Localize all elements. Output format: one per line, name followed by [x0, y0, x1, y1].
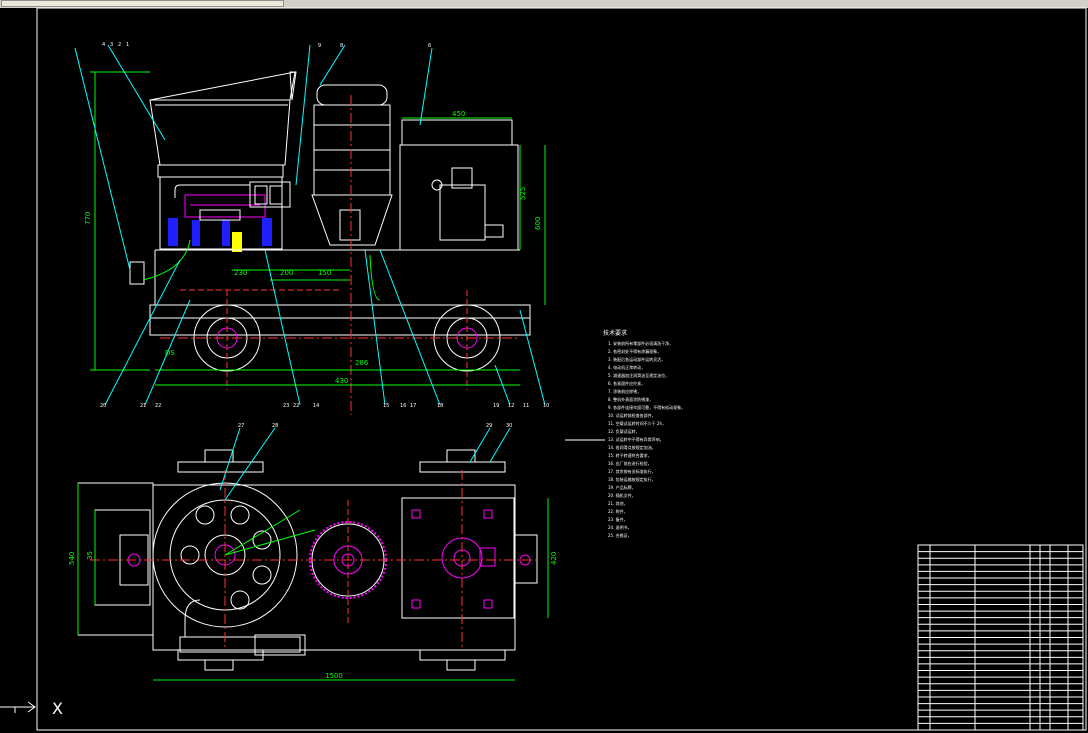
front-dimension-labels: 770 450 525 600 230 200 150 286 430 DS [84, 110, 542, 385]
dim-200: 200 [280, 269, 293, 277]
balloon: 14 [313, 403, 319, 409]
note-line: 18. 包装运输按规定执行， [608, 476, 656, 482]
ucs-icon [0, 701, 36, 713]
balloon: 2 [118, 42, 121, 48]
note-line: 17. 其余按有关标准执行， [608, 468, 656, 474]
dim-35: 35 [86, 551, 94, 560]
balloon: 22 [293, 403, 299, 409]
balloon: 19 [493, 403, 499, 409]
top-wheel-4 [419, 649, 506, 661]
top-view [77, 427, 549, 681]
dim-420: 420 [550, 552, 558, 565]
dim-height-525: 525 [519, 187, 527, 200]
motor-cap [316, 84, 388, 106]
dim-height-total: 770 [84, 212, 92, 225]
dim-430: 430 [335, 377, 348, 385]
balloon: 20 [100, 403, 106, 409]
note-line: 25. 合格证， [608, 532, 632, 538]
dim-width-450: 450 [452, 110, 465, 118]
balloon: 29 [486, 423, 492, 429]
balloon: 11 [523, 403, 529, 409]
note-line: 10. 试运转前检查各部件， [608, 412, 656, 418]
note-line: 12. 负载试运转， [608, 428, 640, 434]
note-line: 15. 转子转速符合要求， [608, 452, 652, 458]
note-line: 6. 各紧固件应拧紧， [608, 380, 645, 386]
technical-notes: 技术要求 1. 安装前所有零部件必须清洗干净， 2. 各密封处不得有渗漏现象， 3.… [565, 329, 685, 538]
balloon: 27 [238, 423, 244, 429]
note-line: 23. 备件， [608, 516, 628, 522]
note-line: 1. 安装前所有零部件必须清洗干净， [608, 340, 673, 346]
balloon: 9 [318, 43, 321, 49]
note-line: 4. 电动机正常转动， [608, 364, 645, 370]
top-dimension-labels: 1500 540 35 420 [68, 551, 558, 680]
title-block [917, 544, 1084, 731]
front-view [74, 44, 546, 415]
balloon: 12 [508, 403, 514, 409]
note-line: 9. 各部件连接牢固可靠，不得有松动现象， [608, 404, 685, 410]
note-line: 13. 试运转中不得有异常声响， [608, 436, 664, 442]
top-balloons: 27 28 29 30 [238, 423, 512, 429]
balloon: 8 [340, 43, 343, 49]
balloon: 1 [126, 42, 129, 48]
notes-heading: 技术要求 [603, 329, 627, 337]
balloon: 21 [140, 403, 146, 409]
yellow-part [232, 232, 242, 252]
note-line: 24. 说明书， [608, 524, 632, 530]
dim-height-540: 540 [68, 552, 76, 565]
balloon: 4 [102, 42, 105, 48]
note-line: 11. 空载试运转时间不少于 2h， [608, 420, 666, 426]
front-balloons-bottom: 20 21 22 23 22 14 15 16 17 18 19 12 11 1… [100, 403, 549, 409]
ucs-axis-x: X [52, 699, 63, 718]
note-line: 22. 附件， [608, 508, 628, 514]
drawing-canvas[interactable]: 770 450 525 600 230 200 150 286 430 DS 4… [0, 0, 1088, 733]
note-line: 2. 各密封处不得有渗漏现象， [608, 348, 661, 354]
balloon: 3 [110, 42, 113, 48]
drawing-border [36, 7, 1087, 731]
note-line: 14. 各润滑点按规定加油， [608, 444, 656, 450]
gear-cabinet [399, 144, 519, 251]
front-balloons-top: 4 3 2 1 9 8 6 [102, 42, 431, 49]
balloon: 22 [155, 403, 161, 409]
note-line: 19. 产品标牌， [608, 484, 636, 490]
balloon: 30 [506, 423, 512, 429]
balloon: 28 [272, 423, 278, 429]
balloon: 10 [543, 403, 549, 409]
hopper [149, 71, 296, 166]
note-line: 20. 随机文件， [608, 492, 636, 498]
note-line: 16. 出厂前应进行检验， [608, 460, 652, 466]
balloon: 17 [410, 403, 416, 409]
balloon: 18 [437, 403, 443, 409]
note-line: 3. 装配后各运动部件运转灵活， [608, 356, 665, 362]
balloon: 16 [400, 403, 406, 409]
note-line: 5. 减速器加注润滑油至规定油位， [608, 372, 669, 378]
dim-286: 286 [355, 359, 369, 367]
dim-ds: DS [165, 349, 175, 357]
dim-width-1500: 1500 [325, 672, 343, 680]
balloon: 23 [283, 403, 289, 409]
dim-height-600: 600 [534, 217, 542, 230]
balloon: 15 [383, 403, 389, 409]
note-line: 7. 涂装前应除锈， [608, 388, 641, 394]
motor-mount [311, 194, 393, 246]
note-line: 21. 其他， [608, 500, 628, 506]
dim-150: 150 [318, 269, 331, 277]
note-line: 8. 整机外表面涂防锈漆， [608, 396, 653, 402]
balloon: 6 [428, 43, 431, 49]
dim-230: 230 [234, 269, 247, 277]
